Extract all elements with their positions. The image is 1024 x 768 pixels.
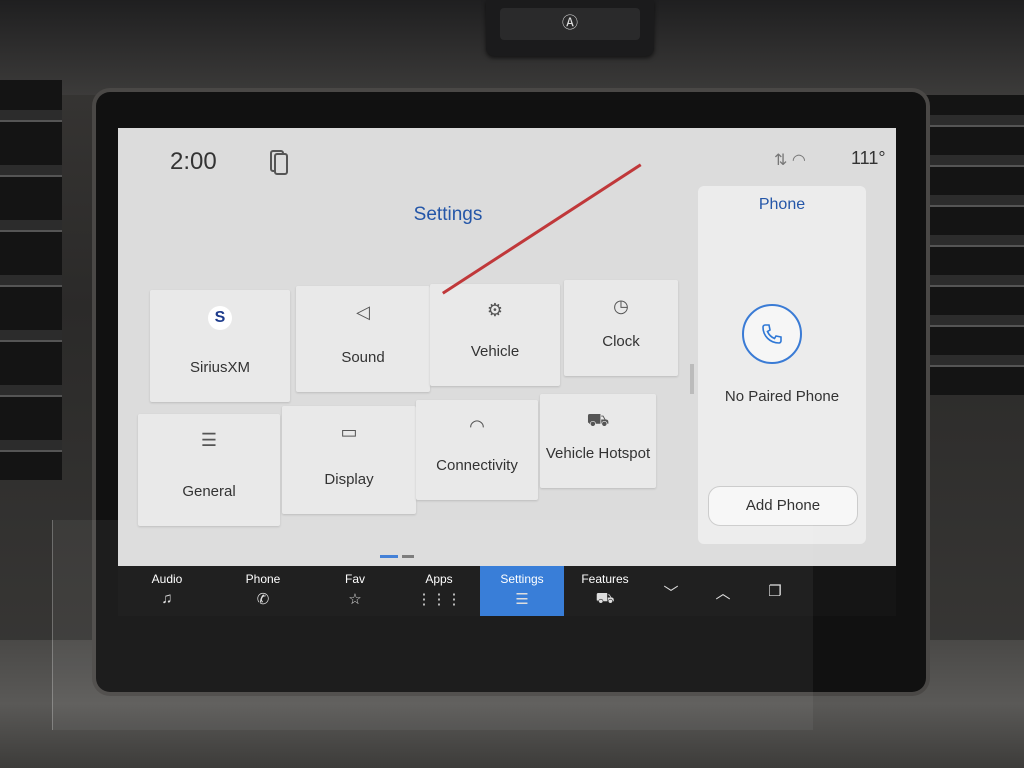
truck-hotspot-icon: ⛟ — [586, 410, 610, 430]
display-icon: ▭ — [340, 422, 358, 442]
phone-icon — [742, 304, 802, 364]
data-transfer-icon: ⇅ ◠ — [774, 152, 806, 169]
left-air-vent — [0, 80, 62, 480]
wifi-icon: ◠ — [469, 416, 485, 436]
tile-label: SiriusXM — [189, 359, 250, 376]
tile-label: Connectivity — [436, 457, 518, 474]
tile-siriusxm[interactable]: S SiriusXM — [150, 290, 290, 402]
phone-status-text: No Paired Phone — [724, 388, 840, 405]
tile-vehicle[interactable]: ⚙ Vehicle — [430, 284, 560, 386]
hazard-button[interactable]: Ⓐ — [486, 0, 654, 56]
tile-label: Sound — [341, 349, 385, 366]
tile-sound[interactable]: ◁ Sound — [296, 286, 430, 392]
page-title: Settings — [413, 204, 483, 225]
tile-connectivity[interactable]: ◠ Connectivity — [416, 400, 538, 500]
outside-temperature: 111° — [851, 148, 886, 168]
tile-display[interactable]: ▭ Display — [282, 406, 416, 514]
tile-label: General — [182, 483, 236, 500]
clock-time: 2:00 — [170, 148, 217, 175]
panel-collapse-handle[interactable] — [690, 364, 694, 394]
speaker-icon: ◁ — [356, 302, 370, 322]
tile-label: Display — [324, 471, 374, 488]
tile-clock[interactable]: ◷ Clock — [564, 280, 678, 376]
tile-label: Vehicle — [470, 343, 520, 360]
clock-icon: ◷ — [613, 296, 629, 316]
phone-panel: Phone No Paired Phone Add Phone — [698, 186, 866, 544]
phone-panel-title: Phone — [758, 196, 806, 213]
vehicle-settings-icon: ⚙ — [486, 300, 504, 320]
status-bar: 2:00 ⇅ ◠ 111° — [118, 128, 896, 192]
tile-label: Vehicle Hotspot — [545, 445, 651, 462]
tile-vehicle-hotspot[interactable]: ⛟ Vehicle Hotspot — [540, 394, 656, 488]
tile-general[interactable]: ☰ General — [138, 414, 280, 526]
phone-status-icon — [270, 150, 288, 175]
sliders-icon: ☰ — [200, 430, 218, 450]
auto-start-stop-icon: Ⓐ — [500, 8, 640, 40]
siriusxm-icon: S — [208, 306, 232, 330]
tile-label: Clock — [602, 333, 640, 350]
screen-protector-film — [52, 520, 813, 730]
